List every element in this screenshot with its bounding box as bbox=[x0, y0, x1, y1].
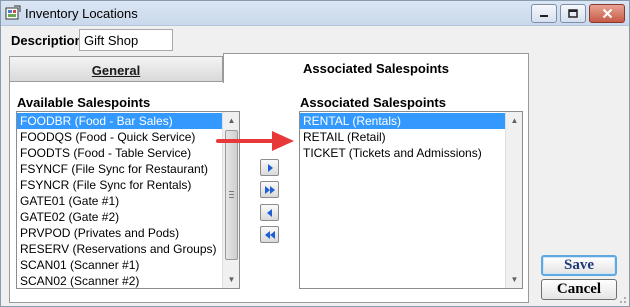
remove-all-button[interactable] bbox=[260, 226, 279, 243]
resize-grip-icon[interactable] bbox=[617, 294, 627, 304]
title-bar: Inventory Locations bbox=[1, 1, 629, 26]
description-input[interactable] bbox=[79, 29, 173, 51]
scroll-up-arrow-icon[interactable]: ▲ bbox=[506, 112, 522, 129]
move-all-left-icon bbox=[264, 230, 275, 239]
tab-general[interactable]: General bbox=[9, 56, 223, 81]
list-item[interactable]: GATE02 (Gate #2) bbox=[17, 209, 239, 225]
available-salespoints-title: Available Salespoints bbox=[17, 95, 151, 110]
cancel-button[interactable]: Cancel bbox=[541, 279, 617, 300]
associated-list-scrollbar[interactable]: ▲ ▼ bbox=[505, 112, 522, 288]
description-label: Description bbox=[11, 33, 83, 48]
list-item[interactable]: GATE01 (Gate #1) bbox=[17, 193, 239, 209]
minimize-icon bbox=[540, 14, 548, 17]
minimize-button[interactable] bbox=[531, 4, 557, 23]
associated-salespoints-list[interactable]: RENTAL (Rentals) RETAIL (Retail) TICKET … bbox=[299, 111, 523, 289]
list-item[interactable]: FOODQS (Food - Quick Service) bbox=[17, 129, 239, 145]
close-window-button[interactable] bbox=[589, 4, 625, 23]
move-right-icon bbox=[267, 163, 273, 172]
remove-selected-button[interactable] bbox=[260, 204, 279, 221]
save-button[interactable]: Save bbox=[541, 255, 617, 276]
list-item[interactable]: FOODTS (Food - Table Service) bbox=[17, 145, 239, 161]
scroll-down-arrow-icon[interactable]: ▼ bbox=[223, 271, 239, 288]
list-item[interactable]: FSYNCR (File Sync for Rentals) bbox=[17, 177, 239, 193]
annotation-arrow-icon bbox=[216, 131, 294, 151]
list-item[interactable]: TICKET (Tickets and Admissions) bbox=[300, 145, 522, 161]
app-icon bbox=[5, 5, 21, 20]
list-item[interactable]: RESERV (Reservations and Groups) bbox=[17, 241, 239, 257]
window-title: Inventory Locations bbox=[25, 6, 138, 21]
maximize-icon bbox=[568, 9, 578, 18]
list-item[interactable]: PRVPOD (Privates and Pods) bbox=[17, 225, 239, 241]
list-item[interactable]: SCAN02 (Scanner #2) bbox=[17, 273, 239, 288]
list-item[interactable]: SCAN01 (Scanner #1) bbox=[17, 257, 239, 273]
list-item[interactable]: FOODBR (Food - Bar Sales) bbox=[17, 113, 239, 129]
associated-salespoints-title: Associated Salespoints bbox=[300, 95, 446, 110]
list-item[interactable]: RENTAL (Rentals) bbox=[300, 113, 505, 129]
move-all-right-icon bbox=[264, 185, 275, 194]
tab-associated-salespoints[interactable]: Associated Salespoints bbox=[223, 53, 529, 83]
inventory-locations-window: Inventory Locations Description General … bbox=[0, 0, 630, 307]
add-selected-button[interactable] bbox=[260, 159, 279, 176]
list-item[interactable]: RETAIL (Retail) bbox=[300, 129, 522, 145]
add-all-button[interactable] bbox=[260, 181, 279, 198]
scroll-down-arrow-icon[interactable]: ▼ bbox=[506, 271, 522, 288]
available-salespoints-list[interactable]: FOODBR (Food - Bar Sales) FOODQS (Food -… bbox=[16, 111, 240, 289]
maximize-button[interactable] bbox=[560, 4, 586, 23]
move-left-icon bbox=[266, 208, 272, 217]
list-item[interactable]: FSYNCF (File Sync for Restaurant) bbox=[17, 161, 239, 177]
close-icon bbox=[602, 8, 612, 19]
